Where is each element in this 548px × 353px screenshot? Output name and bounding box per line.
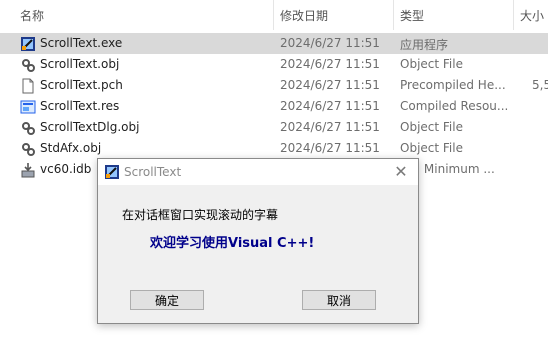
file-type: Compiled Resou... — [400, 99, 509, 113]
obj-file-icon — [22, 143, 35, 156]
file-type: Precompiled He... — [400, 78, 506, 92]
file-name: vc60.idb — [40, 162, 92, 176]
column-name-header[interactable]: 名称 — [20, 7, 44, 24]
file-date: 2024/6/27 11:51 — [280, 57, 380, 71]
file-row[interactable]: StdAfx.obj 2024/6/27 11:51 Object File — [0, 138, 548, 159]
sort-ascending-icon: ⌃ — [139, 0, 148, 7]
exe-app-icon — [21, 37, 35, 51]
column-divider[interactable] — [393, 0, 394, 30]
file-name: ScrollText.pch — [40, 78, 123, 92]
idb-file-icon — [21, 163, 35, 178]
scrolling-text: 欢迎学习使用Visual C++! — [150, 236, 315, 251]
column-type-header[interactable]: 类型 — [400, 7, 424, 24]
description-label: 在对话框窗口实现滚动的字幕 — [122, 208, 279, 222]
file-date: 2024/6/27 11:51 — [280, 120, 380, 134]
file-name: ScrollText.exe — [40, 36, 123, 50]
dialog-title: ScrollText — [124, 165, 182, 179]
generic-file-icon — [22, 78, 34, 94]
file-date: 2024/6/27 11:51 — [280, 99, 380, 113]
ok-button[interactable]: 确定 — [130, 290, 204, 310]
file-name: ScrollTextDlg.obj — [40, 120, 140, 134]
dialog-title-bar[interactable]: ScrollText ✕ — [98, 159, 418, 185]
file-date: 2024/6/27 11:51 — [280, 78, 380, 92]
file-type: Object File — [400, 120, 463, 134]
obj-file-icon — [22, 122, 35, 135]
file-type: Object File — [400, 141, 463, 155]
file-date: 2024/6/27 11:51 — [280, 141, 380, 155]
cancel-button[interactable]: 取消 — [302, 290, 376, 310]
column-size-header[interactable]: 大小 — [520, 7, 544, 24]
column-header: ⌃ 名称 修改日期 类型 大小 — [0, 0, 548, 30]
file-name: StdAfx.obj — [40, 141, 102, 155]
file-row[interactable]: ScrollText.res 2024/6/27 11:51 Compiled … — [0, 96, 548, 117]
file-row[interactable]: ScrollText.exe 2024/6/27 11:51 应用程序 — [0, 33, 548, 54]
obj-file-icon — [22, 59, 35, 72]
file-type: Object File — [400, 57, 463, 71]
file-row[interactable]: ScrollTextDlg.obj 2024/6/27 11:51 Object… — [0, 117, 548, 138]
file-name: ScrollText.obj — [40, 57, 120, 71]
column-divider[interactable] — [513, 0, 514, 30]
resource-file-icon — [20, 100, 36, 114]
column-date-header[interactable]: 修改日期 — [280, 7, 328, 24]
file-row[interactable]: ScrollText.obj 2024/6/27 11:51 Object Fi… — [0, 54, 548, 75]
app-icon — [105, 165, 119, 179]
file-date: 2024/6/27 11:51 — [280, 36, 380, 50]
column-divider[interactable] — [273, 0, 274, 30]
file-type: 应用程序 — [400, 38, 449, 52]
file-name: ScrollText.res — [40, 99, 120, 113]
file-row[interactable]: ScrollText.pch 2024/6/27 11:51 Precompil… — [0, 75, 548, 96]
file-size: 5,5 — [532, 78, 548, 92]
close-icon[interactable]: ✕ — [390, 161, 412, 183]
scrolltext-dialog: ScrollText ✕ 在对话框窗口实现滚动的字幕 欢迎学习使用Visual … — [97, 158, 419, 324]
